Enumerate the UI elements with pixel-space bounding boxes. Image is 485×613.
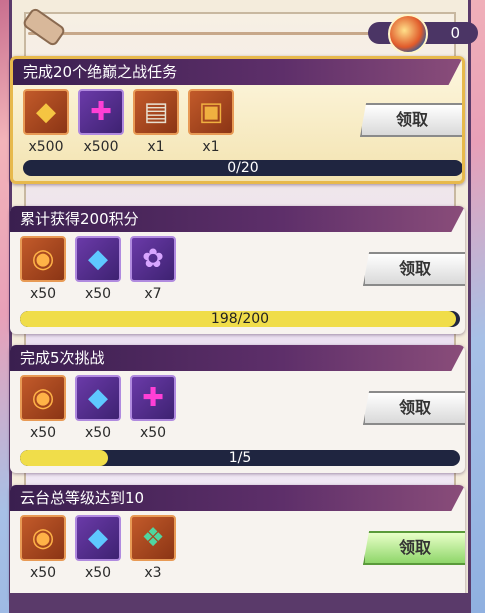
jade-pendant-icon: ❖ bbox=[141, 523, 165, 553]
reward-count: x7 bbox=[144, 286, 162, 302]
reward-item[interactable]: ✚ bbox=[78, 89, 124, 135]
task-card: 云台总等级达到10 ◉ x50 ◆ x50 ❖ x3 领取 bbox=[10, 485, 465, 603]
progress-text: 198/200 bbox=[210, 311, 270, 327]
reward-count: x500 bbox=[28, 139, 64, 155]
reward-count: x3 bbox=[144, 565, 162, 581]
top-bar: 0 bbox=[18, 6, 478, 54]
orb-icon: ◉ bbox=[31, 523, 55, 553]
reward-count: x50 bbox=[29, 565, 57, 581]
claim-button[interactable]: 领取 bbox=[363, 531, 465, 565]
reward-item[interactable]: ✚ bbox=[130, 375, 176, 421]
reward-count: x1 bbox=[202, 139, 220, 155]
claim-button[interactable]: 领取 bbox=[363, 252, 465, 286]
reward-item[interactable]: ▣ bbox=[188, 89, 234, 135]
task-card: 累计获得200积分 ◉ x50 ◆ x50 ✿ x7 领取 198/200 bbox=[10, 206, 465, 334]
currency-value: 0 bbox=[450, 24, 460, 42]
reward-count: x50 bbox=[139, 425, 167, 441]
blue-crystal-icon: ◆ bbox=[88, 523, 108, 553]
reward-count: x50 bbox=[29, 286, 57, 302]
progress-text: 1/5 bbox=[228, 450, 252, 466]
claim-button[interactable]: 领取 bbox=[360, 103, 462, 137]
blue-crystal-icon: ◆ bbox=[88, 244, 108, 274]
task-title: 完成5次挑战 bbox=[10, 345, 465, 371]
magenta-puzzle-icon: ✚ bbox=[142, 383, 164, 413]
card-pack-icon: ▤ bbox=[143, 97, 169, 127]
progress-text: 0/20 bbox=[227, 160, 259, 176]
blue-crystal-icon: ◆ bbox=[88, 383, 108, 413]
task-title: 云台总等级达到10 bbox=[10, 485, 465, 511]
reward-item[interactable]: ◉ bbox=[20, 375, 66, 421]
reward-count: x50 bbox=[84, 425, 112, 441]
reward-item[interactable]: ✿ bbox=[130, 236, 176, 282]
reward-item[interactable]: ◆ bbox=[75, 236, 121, 282]
orb-icon: ◉ bbox=[31, 383, 55, 413]
reward-item[interactable]: ◉ bbox=[20, 515, 66, 561]
reward-item[interactable]: ◉ bbox=[20, 236, 66, 282]
magenta-puzzle-icon: ✚ bbox=[90, 97, 112, 127]
progress-bar: 198/200 bbox=[20, 311, 460, 327]
reward-count: x50 bbox=[84, 565, 112, 581]
orb-icon bbox=[388, 14, 428, 54]
reward-item[interactable]: ◆ bbox=[75, 375, 121, 421]
reward-item[interactable]: ◆ bbox=[23, 89, 69, 135]
reward-count: x1 bbox=[147, 139, 165, 155]
currency-counter: 0 bbox=[368, 14, 478, 54]
reward-item[interactable]: ▤ bbox=[133, 89, 179, 135]
reward-item[interactable]: ◆ bbox=[75, 515, 121, 561]
reward-count: x50 bbox=[29, 425, 57, 441]
task-title: 累计获得200积分 bbox=[10, 206, 465, 232]
task-card: 完成5次挑战 ◉ x50 ◆ x50 ✚ x50 领取 1/5 bbox=[10, 345, 465, 473]
gold-crystal-icon: ◆ bbox=[36, 97, 56, 127]
orb-icon: ◉ bbox=[31, 244, 55, 274]
task-title: 完成20个绝巅之战任务 bbox=[13, 59, 462, 85]
ticket-icon: ✿ bbox=[142, 244, 164, 274]
claim-button[interactable]: 领取 bbox=[363, 391, 465, 425]
reward-count: x50 bbox=[84, 286, 112, 302]
panel-bottom-trim bbox=[9, 593, 471, 613]
progress-bar: 0/20 bbox=[23, 160, 462, 176]
treasure-chest-icon: ▣ bbox=[198, 97, 224, 127]
reward-item[interactable]: ❖ bbox=[130, 515, 176, 561]
progress-bar: 1/5 bbox=[20, 450, 460, 466]
reward-count: x500 bbox=[83, 139, 119, 155]
task-card: 完成20个绝巅之战任务 ◆ x500 ✚ x500 ▤ x1 ▣ x1 领取 0/20 bbox=[10, 56, 465, 184]
